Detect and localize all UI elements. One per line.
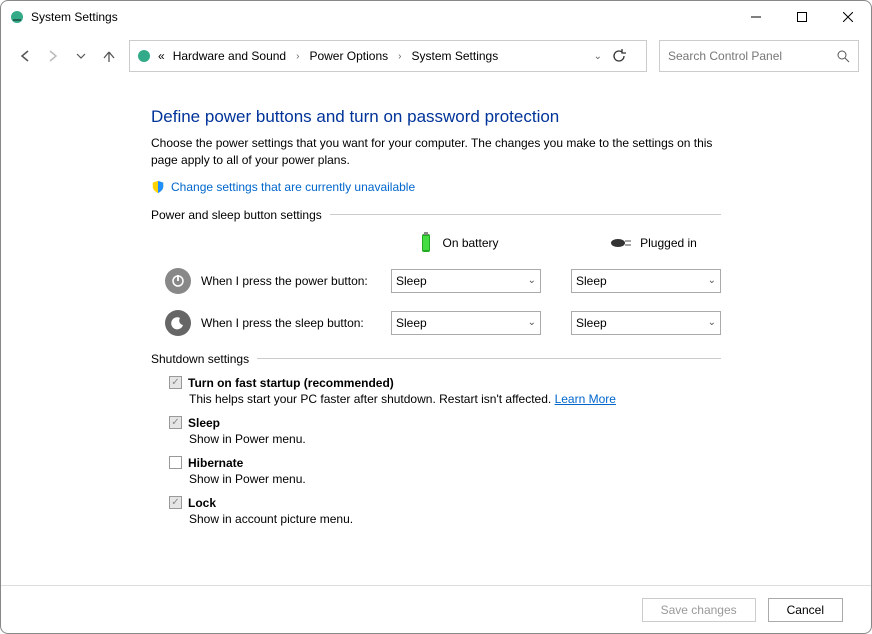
footer: Save changes Cancel	[1, 585, 871, 633]
sleep-button-label: When I press the sleep button:	[201, 316, 381, 330]
plugged-label: Plugged in	[640, 236, 697, 250]
section-label: Shutdown settings	[151, 352, 249, 366]
power-battery-select[interactable]: Sleep⌄	[391, 269, 541, 293]
chevron-down-icon: ⌄	[708, 317, 716, 328]
up-button[interactable]	[101, 48, 117, 64]
nav-arrows	[17, 48, 117, 64]
search-input[interactable]: Search Control Panel	[659, 40, 859, 72]
power-plugged-select[interactable]: Sleep⌄	[571, 269, 721, 293]
sleep-title: Sleep	[188, 416, 220, 430]
save-button: Save changes	[642, 598, 756, 622]
chevron-down-icon: ⌄	[528, 275, 536, 286]
battery-icon	[418, 232, 434, 254]
refresh-button[interactable]	[612, 49, 640, 63]
address-bar[interactable]: « Hardware and Sound › Power Options › S…	[129, 40, 647, 72]
fast-startup-item: ✓ Turn on fast startup (recommended) This…	[169, 376, 721, 406]
divider	[330, 214, 721, 215]
battery-column-header: On battery	[391, 232, 526, 254]
breadcrumb-prefix[interactable]: «	[156, 49, 167, 63]
search-icon	[837, 50, 850, 63]
chevron-right-icon[interactable]: ›	[292, 51, 303, 62]
forward-button[interactable]	[45, 48, 61, 64]
window-controls	[733, 1, 871, 33]
lock-checkbox: ✓	[169, 496, 182, 509]
breadcrumb-item[interactable]: Power Options	[307, 49, 390, 63]
sleep-icon	[165, 310, 191, 336]
maximize-button[interactable]	[779, 1, 825, 33]
learn-more-link[interactable]: Learn More	[555, 392, 616, 406]
sleep-checkbox: ✓	[169, 416, 182, 429]
hibernate-sub: Show in Power menu.	[169, 472, 721, 486]
app-icon	[9, 9, 25, 25]
page-title: Define power buttons and turn on passwor…	[151, 107, 721, 127]
sleep-sub: Show in Power menu.	[169, 432, 721, 446]
chevron-down-icon: ⌄	[528, 317, 536, 328]
recent-dropdown[interactable]	[73, 48, 89, 64]
close-button[interactable]	[825, 1, 871, 33]
cancel-button[interactable]: Cancel	[768, 598, 843, 622]
fast-startup-sub: This helps start your PC faster after sh…	[189, 392, 555, 406]
lock-title: Lock	[188, 496, 216, 510]
shield-icon	[151, 180, 165, 194]
chevron-right-icon[interactable]: ›	[394, 51, 405, 62]
section-label: Power and sleep button settings	[151, 208, 322, 222]
content-area: Define power buttons and turn on passwor…	[1, 79, 871, 596]
address-dropdown-icon[interactable]: ⌄	[588, 51, 608, 62]
power-button-row: When I press the power button: Sleep⌄ Sl…	[151, 268, 721, 294]
sleep-plugged-select[interactable]: Sleep⌄	[571, 311, 721, 335]
page-description: Choose the power settings that you want …	[151, 135, 721, 170]
change-settings-link[interactable]: Change settings that are currently unava…	[171, 180, 415, 194]
power-icon	[165, 268, 191, 294]
hibernate-checkbox	[169, 456, 182, 469]
plug-icon	[610, 236, 632, 250]
sleep-item: ✓ Sleep Show in Power menu.	[169, 416, 721, 446]
section-power-buttons: Power and sleep button settings	[151, 208, 721, 222]
divider	[257, 358, 721, 359]
admin-link-row: Change settings that are currently unava…	[151, 180, 721, 194]
shutdown-list: ✓ Turn on fast startup (recommended) This…	[151, 376, 721, 526]
back-button[interactable]	[17, 48, 33, 64]
sleep-battery-select[interactable]: Sleep⌄	[391, 311, 541, 335]
minimize-button[interactable]	[733, 1, 779, 33]
hibernate-item: Hibernate Show in Power menu.	[169, 456, 721, 486]
chevron-down-icon: ⌄	[708, 275, 716, 286]
sleep-button-row: When I press the sleep button: Sleep⌄ Sl…	[151, 310, 721, 336]
breadcrumb-item[interactable]: System Settings	[410, 49, 501, 63]
section-shutdown: Shutdown settings	[151, 352, 721, 366]
control-panel-icon	[136, 48, 152, 64]
lock-item: ✓ Lock Show in account picture menu.	[169, 496, 721, 526]
fast-startup-checkbox: ✓	[169, 376, 182, 389]
search-placeholder: Search Control Panel	[668, 49, 782, 63]
power-button-label: When I press the power button:	[201, 274, 381, 288]
titlebar: System Settings	[1, 1, 871, 33]
plugged-column-header: Plugged in	[586, 236, 721, 250]
window-title: System Settings	[31, 10, 118, 24]
breadcrumb-item[interactable]: Hardware and Sound	[171, 49, 288, 63]
battery-label: On battery	[442, 236, 498, 250]
fast-startup-title: Turn on fast startup (recommended)	[188, 376, 394, 390]
toolbar: « Hardware and Sound › Power Options › S…	[1, 33, 871, 79]
hibernate-title: Hibernate	[188, 456, 243, 470]
columns-header: On battery Plugged in	[151, 232, 721, 254]
lock-sub: Show in account picture menu.	[169, 512, 721, 526]
